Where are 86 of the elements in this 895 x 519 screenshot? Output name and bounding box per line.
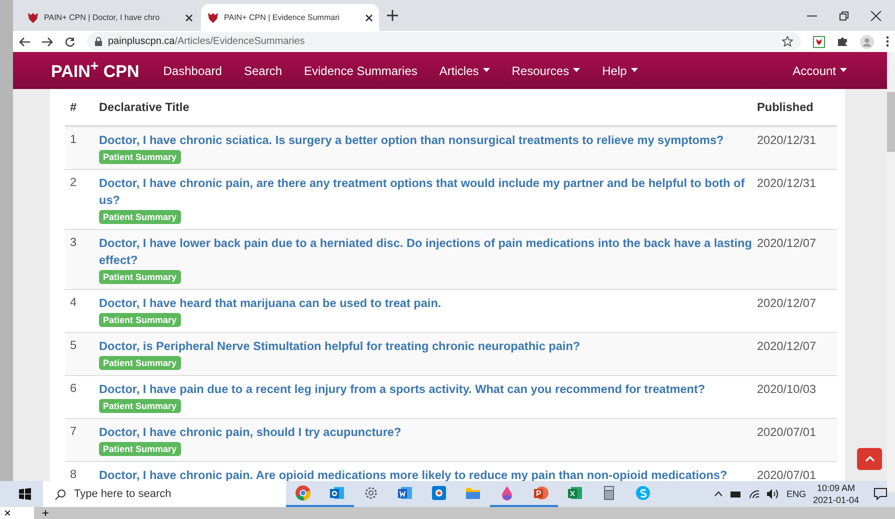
- avatar-icon[interactable]: [860, 34, 874, 48]
- summary-tag: Patient Summary: [99, 150, 181, 164]
- summary-tag: Patient Summary: [99, 313, 181, 327]
- published-date: 2020/12/07: [757, 338, 818, 355]
- nav-link[interactable]: Search: [244, 64, 282, 78]
- summary-tag: Patient Summary: [99, 270, 181, 284]
- nav-link[interactable]: Dashboard: [163, 64, 222, 78]
- nav-link[interactable]: Articles: [439, 64, 490, 78]
- summary-tag: Patient Summary: [99, 356, 181, 370]
- browser-icon: [295, 485, 311, 501]
- published-date: 2020/12/07: [757, 235, 818, 252]
- shield-icon: [207, 12, 219, 24]
- folder-icon: [465, 485, 481, 501]
- summary-tag: Patient Summary: [99, 399, 181, 413]
- document-icon: [397, 485, 413, 501]
- new-tab-icon[interactable]: [387, 10, 398, 21]
- article-link[interactable]: Doctor, I have lower back pain due to a herniated disc. Do injections of pain medications into the back have a lasting effect?: [99, 235, 757, 269]
- language-indicator[interactable]: ENG: [786, 489, 806, 499]
- browser-tab[interactable]: PAIN+ CPN | Doctor, I have chro: [21, 4, 199, 31]
- close-mark: ×: [0, 507, 34, 519]
- summary-tag: Patient Summary: [99, 210, 181, 224]
- account-menu[interactable]: Account: [792, 64, 847, 78]
- star-icon[interactable]: [782, 36, 793, 47]
- mail-icon: [329, 485, 345, 501]
- close-icon[interactable]: [871, 10, 881, 20]
- published-date: 2020/10/03: [757, 381, 818, 398]
- back-to-top-button[interactable]: [857, 448, 882, 470]
- camera-icon: [431, 485, 447, 501]
- search-icon: [55, 488, 66, 500]
- nav-link[interactable]: Resources: [512, 64, 580, 78]
- summary-tag: Patient Summary: [99, 442, 181, 456]
- article-link[interactable]: Doctor, I have chronic sciatica. Is surgery a better option than nonsurgical treatments to relieve my symptoms?: [99, 132, 757, 149]
- row-number: 6: [70, 381, 78, 397]
- calculator-icon: [601, 485, 617, 501]
- gear-icon: [363, 485, 379, 501]
- plus-mark: +: [42, 506, 50, 519]
- column-header: Published: [757, 99, 814, 116]
- reload-icon[interactable]: [65, 36, 75, 46]
- row-number: 5: [70, 338, 78, 354]
- nav-link[interactable]: Evidence Summaries: [304, 64, 418, 78]
- site-logo[interactable]: PAIN$^{+}$ CPN: [51, 58, 140, 82]
- row-number: 8: [70, 467, 78, 481]
- back-icon[interactable]: [19, 36, 30, 46]
- published-date: 2020/12/07: [757, 295, 818, 312]
- row-number: 2: [70, 175, 78, 191]
- row-number: 3: [70, 235, 78, 251]
- drop-icon: [499, 485, 515, 501]
- row-number: 7: [70, 424, 78, 440]
- scrollbar[interactable]: [887, 52, 895, 492]
- chevron-up-icon: [864, 456, 874, 462]
- row-number: 4: [70, 295, 78, 311]
- article-link[interactable]: Doctor, I have chronic pain, should I try acupuncture?: [99, 424, 757, 441]
- wifi-icon: [749, 490, 760, 498]
- notification-icon[interactable]: [874, 488, 887, 500]
- lock-icon: [95, 37, 102, 46]
- column-header: #: [70, 99, 78, 116]
- puzzle-icon[interactable]: [837, 36, 848, 47]
- close-icon[interactable]: [185, 14, 193, 22]
- article-link[interactable]: Doctor, I have heard that marijuana can be used to treat pain.: [99, 295, 757, 312]
- published-date: 2020/07/01: [757, 424, 818, 441]
- volume-icon: [767, 489, 780, 499]
- browser-tab[interactable]: PAIN+ CPN | Evidence Summari: [201, 4, 379, 31]
- address-bar[interactable]: painpluscpn.ca/Articles/EvidenceSummaries: [87, 32, 801, 51]
- spreadsheet-icon: [567, 485, 583, 501]
- search-field[interactable]: Type here to search: [43, 481, 286, 507]
- article-link[interactable]: Doctor, I have pain due to a recent leg injury from a sports activity. What can you recommend for treatment?: [99, 381, 757, 398]
- battery-icon: [730, 490, 742, 498]
- more-icon[interactable]: [886, 36, 889, 47]
- close-icon[interactable]: [365, 14, 373, 22]
- row-number: 1: [70, 132, 78, 148]
- shield-icon: [27, 12, 39, 24]
- published-date: 2020/07/01: [757, 467, 818, 481]
- chevron-up-icon[interactable]: [714, 491, 724, 497]
- forward-icon[interactable]: [42, 36, 53, 46]
- restore-icon[interactable]: [839, 10, 849, 20]
- slides-icon: [533, 485, 549, 501]
- chat-icon: [635, 485, 651, 501]
- extension-icon[interactable]: [813, 36, 825, 48]
- clock[interactable]: 10:09 AM 2021-01-04: [812, 482, 859, 506]
- published-date: 2020/12/31: [757, 132, 818, 149]
- nav-link[interactable]: Help: [602, 64, 638, 78]
- start-icon[interactable]: [19, 488, 31, 500]
- column-header: Declarative Title: [99, 99, 190, 116]
- published-date: 2020/12/31: [757, 175, 818, 192]
- article-link[interactable]: Doctor, is Peripheral Nerve Stimultation helpful for treating chronic neuropathic pain?: [99, 338, 757, 355]
- article-link[interactable]: Doctor, I have chronic pain, are there any treatment options that would include my partner and be helpful to both of us?: [99, 175, 757, 209]
